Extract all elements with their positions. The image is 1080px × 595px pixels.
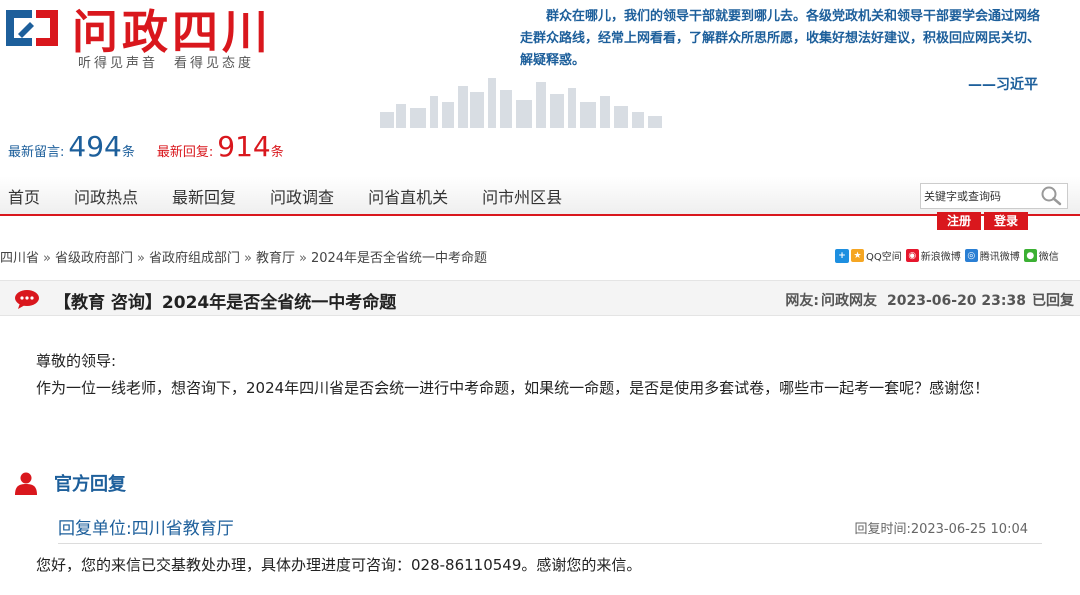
post-body: 尊敬的领导: 作为一位一线老师，想咨询下，2024年四川省是否会统一进行中考命题…: [36, 348, 1046, 402]
nav-item-provincial-agencies[interactable]: 问省直机关: [368, 184, 448, 208]
quote-author: ——习近平: [968, 77, 1038, 93]
latest-replies-count[interactable]: 914: [217, 130, 270, 163]
search-box: [920, 183, 1068, 209]
auth-buttons: 注册 登录: [937, 212, 1031, 230]
post-meta: 网友: 问政网友 2023-06-20 23:38 已回复: [779, 290, 1074, 310]
register-button[interactable]: 注册: [937, 212, 982, 230]
nav-item-cities-counties[interactable]: 问市州区县: [482, 184, 562, 208]
post-title-bar: 【教育 咨询】2024年是否全省统一中考命题 网友: 问政网友 2023-06-20…: [0, 280, 1080, 316]
latest-messages-label: 最新留言:: [8, 145, 65, 160]
share-sina-weibo-label: 新浪微博: [920, 252, 961, 263]
login-button[interactable]: 登录: [984, 212, 1029, 230]
reply-unit-label: 回复单位:: [58, 519, 132, 539]
latest-replies-unit: 条: [270, 145, 284, 160]
share-bar: + ★ QQ空间 ◉ 新浪微博 ◎ 腾讯微博 ● 微信: [835, 248, 1063, 263]
post-greeting: 尊敬的领导:: [36, 352, 117, 370]
breadcrumb-separator: »: [298, 251, 307, 266]
site-header: 问政四川 听得见声音 看得见态度 群众在哪儿，我们的领导干部就要到哪儿去。各级党…: [0, 0, 1080, 130]
reply-unit: 回复单位:四川省教育厅: [58, 514, 234, 539]
share-tencent-weibo-label: 腾讯微博: [979, 252, 1020, 263]
post-datetime: 2023-06-20 23:38: [887, 293, 1026, 309]
latest-replies-label: 最新回复:: [156, 145, 214, 160]
nav-item-latest-replies[interactable]: 最新回复: [172, 184, 236, 208]
search-input[interactable]: [921, 185, 1037, 207]
post-status: 已回复: [1032, 293, 1074, 309]
nav-item-home[interactable]: 首页: [8, 184, 40, 208]
breadcrumb-item-province[interactable]: 四川省: [0, 251, 39, 266]
breadcrumb-item-education-department[interactable]: 教育厅: [256, 251, 295, 266]
breadcrumb: 四川省» 省级政府部门» 省政府组成部门» 教育厅» 2024年是否全省统一中考命题: [0, 247, 487, 266]
stats-bar: 最新留言: 494 条 最新回复: 914 条: [8, 130, 284, 166]
latest-messages-unit: 条: [121, 145, 135, 160]
main-nav: 首页 问政热点 最新回复 问政调查 问省直机关 问市州区县: [0, 176, 1080, 216]
person-icon: [15, 472, 37, 495]
reply-time-value: 2023-06-25 10:04: [910, 522, 1028, 537]
post-content: 作为一位一线老师，想咨询下，2024年四川省是否会统一进行中考命题，如果统一命题…: [36, 379, 990, 397]
post-user-label: 网友:: [785, 293, 819, 309]
sina-weibo-icon: ◉: [905, 249, 919, 262]
nav-divider: [0, 214, 1080, 216]
share-tencent-weibo[interactable]: ◎ 腾讯微博: [964, 248, 1020, 263]
breadcrumb-separator: »: [43, 251, 51, 266]
breadcrumb-item-current: 2024年是否全省统一中考命题: [310, 251, 488, 266]
quote-text: 群众在哪儿，我们的领导干部就要到哪儿去。各级党政机关和领导干部要学会通过网络走群…: [520, 9, 1041, 68]
share-qzone[interactable]: ★ QQ空间: [851, 248, 902, 263]
share-qzone-label: QQ空间: [866, 252, 902, 263]
share-wechat[interactable]: ● 微信: [1023, 248, 1059, 263]
breadcrumb-separator: »: [243, 251, 252, 266]
reply-content: 您好，您的来信已交基教处办理，具体办理进度可咨询：028-86110549。感谢…: [36, 556, 642, 574]
share-plus-icon[interactable]: +: [835, 248, 849, 263]
reply-unit-name: 四川省教育厅: [131, 519, 234, 539]
share-sina-weibo[interactable]: ◉ 新浪微博: [905, 248, 961, 263]
share-wechat-label: 微信: [1038, 252, 1059, 263]
reply-divider: [58, 543, 1042, 544]
nav-item-survey[interactable]: 问政调查: [270, 184, 334, 208]
official-reply-header: 官方回复: [14, 470, 126, 496]
nav-item-hot-topics[interactable]: 问政热点: [74, 184, 138, 208]
site-slogan: 听得见声音 看得见态度: [78, 56, 255, 71]
breadcrumb-separator: »: [137, 251, 145, 266]
city-skyline-decoration: [380, 78, 662, 128]
nav-items: 首页 问政热点 最新回复 问政调查 问省直机关 问市州区县: [8, 176, 596, 216]
post-user-name: 问政网友: [821, 293, 877, 309]
post-title: 【教育 咨询】2024年是否全省统一中考命题: [54, 293, 397, 313]
official-reply-title: 官方回复: [54, 474, 126, 495]
leader-quote: 群众在哪儿，我们的领导干部就要到哪儿去。各级党政机关和领导干部要学会通过网络走群…: [520, 6, 1050, 72]
breadcrumb-item-provincial-departments[interactable]: 省级政府部门: [55, 251, 133, 266]
latest-messages-count[interactable]: 494: [68, 130, 121, 163]
wechat-icon: ●: [1023, 249, 1037, 262]
site-logo-icon[interactable]: [2, 4, 62, 52]
tencent-weibo-icon: ◎: [964, 249, 978, 262]
search-icon[interactable]: [1037, 184, 1065, 208]
chat-bubble-icon: [15, 290, 39, 309]
reply-time-label: 回复时间:: [854, 522, 911, 537]
qzone-icon: ★: [851, 249, 864, 262]
reply-time: 回复时间:2023-06-25 10:04: [854, 518, 1028, 537]
breadcrumb-item-government-departments[interactable]: 省政府组成部门: [149, 251, 240, 266]
